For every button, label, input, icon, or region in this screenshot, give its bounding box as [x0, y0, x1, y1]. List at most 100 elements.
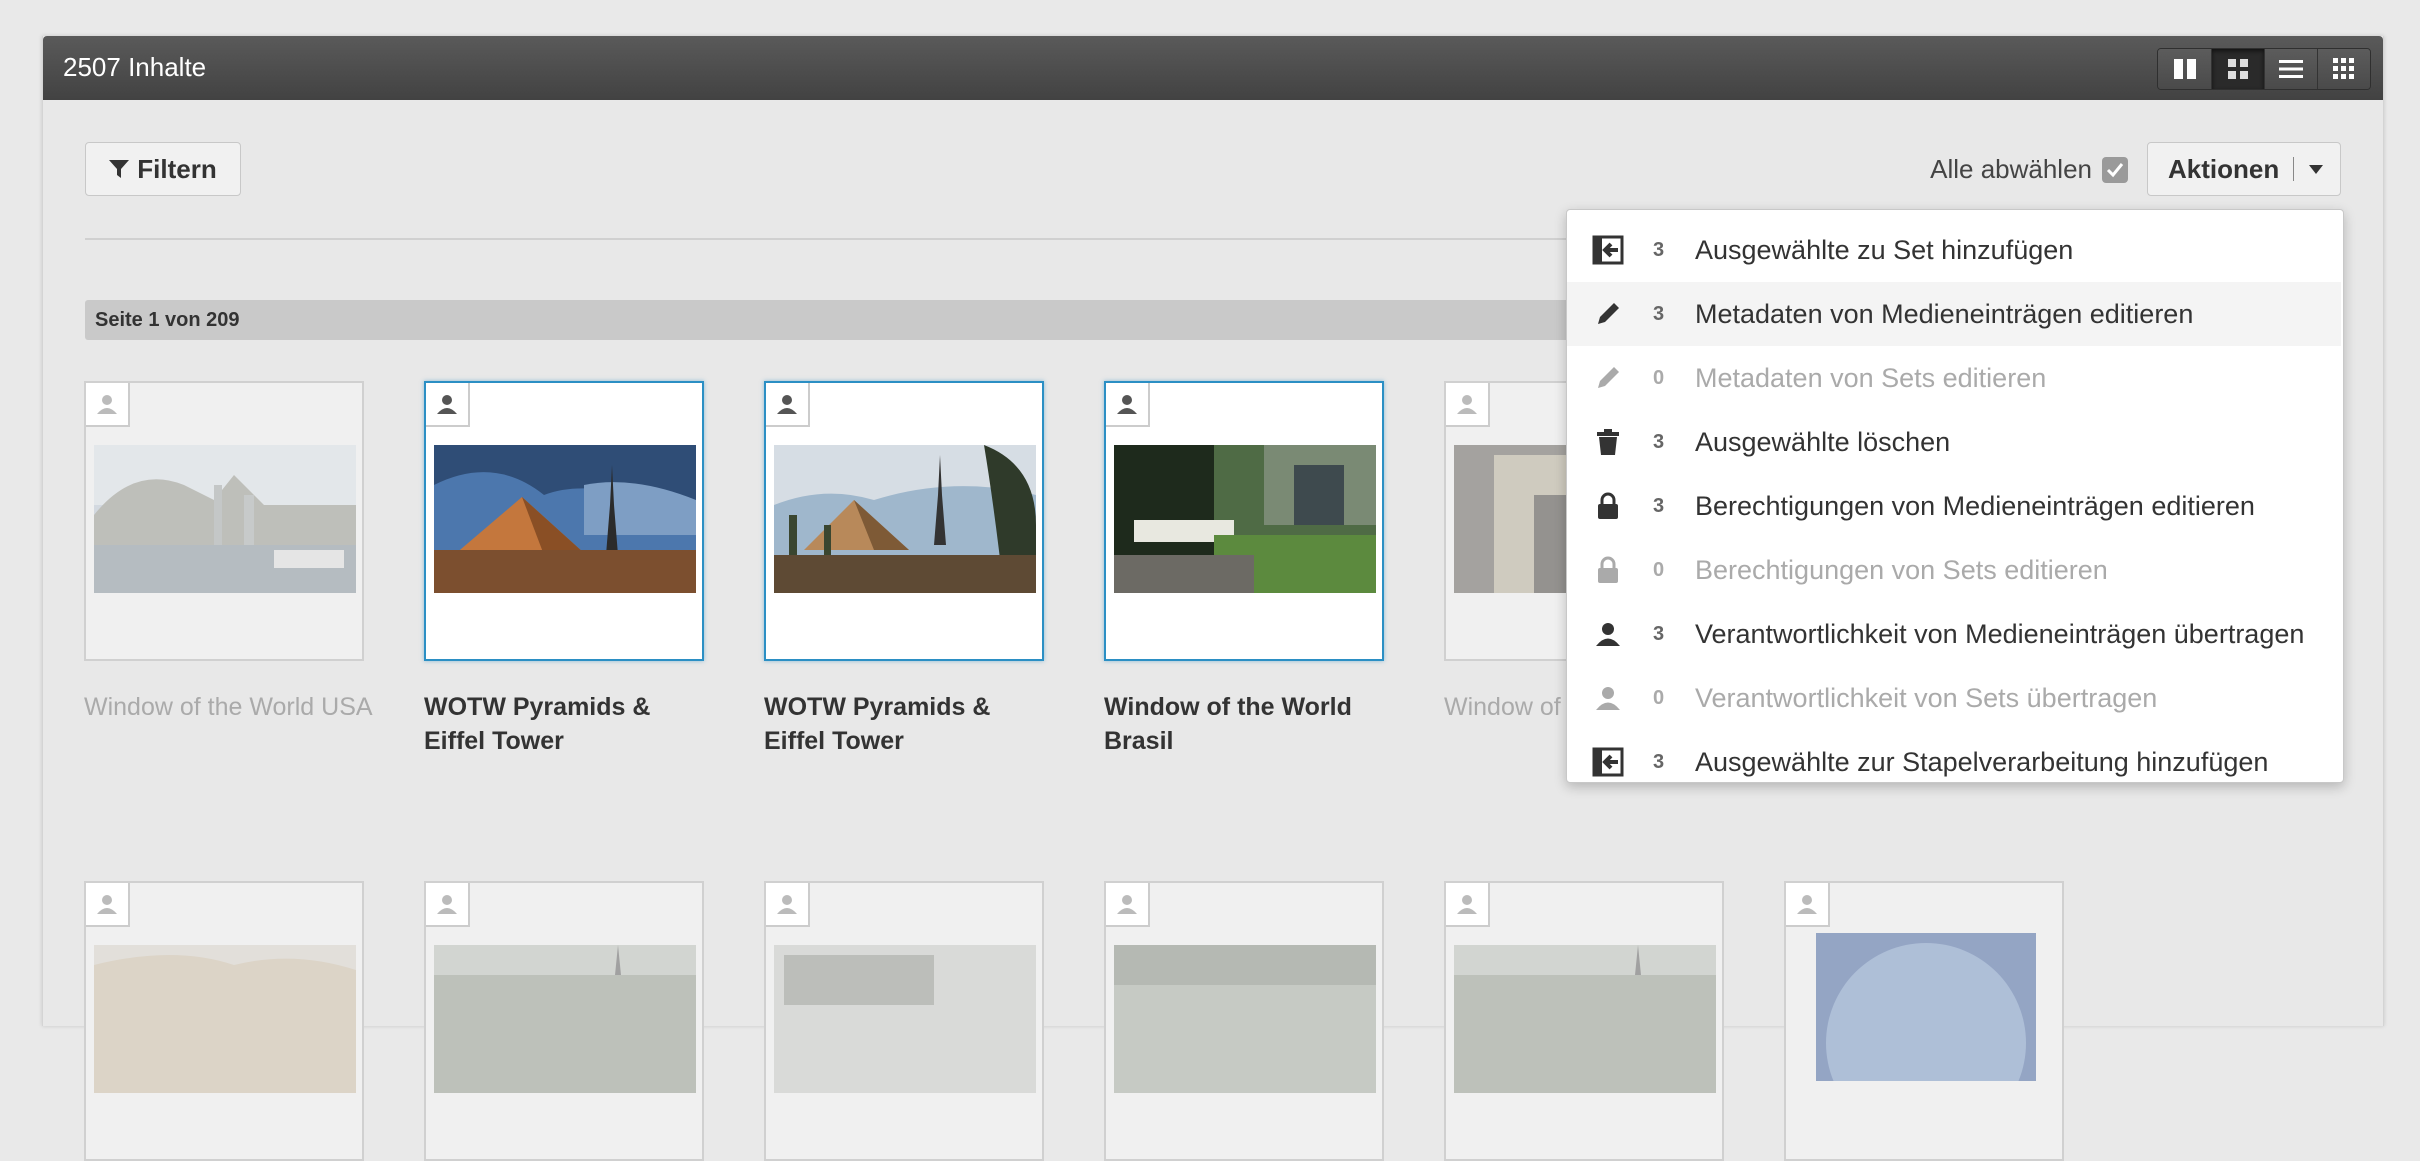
menu-item-edit-set-permissions[interactable]: 0 Berechtigungen von Sets editieren: [1567, 538, 2341, 602]
caret-down-icon: [2309, 165, 2324, 174]
lock-icon: [1591, 553, 1625, 587]
thumbnail-image: [434, 445, 696, 593]
deselect-all-toggle[interactable]: Alle abwählen: [1930, 154, 2128, 185]
menu-item-count: 0: [1653, 686, 1665, 709]
menu-item-count: 3: [1653, 302, 1665, 325]
menu-item-count: 0: [1653, 558, 1665, 581]
owner-badge: [1106, 383, 1150, 427]
menu-item-label: Metadaten von Sets editieren: [1695, 362, 2047, 393]
actions-separator: [2293, 157, 2295, 181]
view-grid-button[interactable]: [2211, 49, 2264, 89]
menu-item-transfer-set-responsibility[interactable]: 0 Verantwortlichkeit von Sets übertragen: [1567, 666, 2341, 730]
owner-badge: [766, 883, 810, 927]
trash-icon: [1591, 425, 1625, 459]
menu-item-count: 3: [1653, 430, 1665, 453]
menu-item-count: 0: [1653, 366, 1665, 389]
menu-item-label: Berechtigungen von Sets editieren: [1695, 554, 2108, 585]
view-columns-button[interactable]: [2158, 49, 2211, 89]
user-icon: [1117, 895, 1137, 914]
owner-badge: [1446, 383, 1490, 427]
media-tile[interactable]: [424, 381, 704, 661]
menu-item-label: Verantwortlichkeit von Sets übertragen: [1695, 682, 2158, 713]
menu-item-add-to-set[interactable]: 3 Ausgewählte zu Set hinzufügen: [1567, 218, 2341, 282]
menu-item-label: Metadaten von Medieneinträgen editieren: [1695, 298, 2194, 329]
tile-caption[interactable]: WOTW Pyramids & Eiffel Tower: [424, 690, 714, 758]
media-tile[interactable]: [84, 381, 364, 661]
media-tile[interactable]: [424, 881, 704, 1161]
actions-button[interactable]: Aktionen: [2147, 142, 2341, 196]
media-tile[interactable]: [84, 881, 364, 1161]
user-icon: [1457, 395, 1477, 414]
page-title: 2507 Inhalte: [63, 52, 207, 82]
grid-view-icon: [2228, 59, 2248, 79]
pencil-icon: [1591, 361, 1625, 395]
menu-item-delete-selected[interactable]: 3 Ausgewählte löschen: [1567, 410, 2341, 474]
menu-item-count: 3: [1653, 622, 1665, 645]
pencil-icon: [1591, 297, 1625, 331]
media-tile[interactable]: [1104, 881, 1384, 1161]
user-icon: [777, 395, 797, 414]
user-icon: [97, 395, 117, 414]
thumbnail-image: [1114, 445, 1376, 593]
menu-item-label: Ausgewählte zur Stapelverarbeitung hinzu…: [1695, 746, 2269, 777]
owner-badge: [1786, 883, 1830, 927]
columns-view-icon: [2173, 59, 2196, 79]
menu-item-label: Ausgewählte löschen: [1695, 426, 1951, 457]
add-to-batch-icon: [1591, 745, 1625, 779]
media-tile[interactable]: [764, 881, 1044, 1161]
user-icon: [777, 895, 797, 914]
owner-badge: [1106, 883, 1150, 927]
filter-icon: [109, 160, 130, 178]
tile-caption[interactable]: WOTW Pyramids & Eiffel Tower: [764, 690, 1054, 758]
menu-item-transfer-media-responsibility[interactable]: 3 Verantwortlichkeit von Medieneinträgen…: [1567, 602, 2341, 666]
user-icon: [1117, 395, 1137, 414]
menu-item-add-to-batch[interactable]: 3 Ausgewählte zur Stapelverarbeitung hin…: [1567, 730, 2341, 794]
user-icon: [437, 895, 457, 914]
deselect-all-label: Alle abwählen: [1930, 154, 2092, 184]
thumbnail-image: [1454, 945, 1716, 1093]
menu-item-label: Berechtigungen von Medieneinträgen editi…: [1695, 490, 2255, 521]
filter-label: Filtern: [137, 153, 217, 184]
tiles-view-icon: [2333, 58, 2354, 79]
tile-caption[interactable]: Window of the World USA: [84, 690, 374, 724]
media-tile[interactable]: [1104, 381, 1384, 661]
media-tile[interactable]: [1444, 881, 1724, 1161]
menu-item-label: Verantwortlichkeit von Medieneinträgen ü…: [1695, 618, 2305, 649]
thumbnail-image: [774, 945, 1036, 1093]
view-tiles-button[interactable]: [2317, 49, 2370, 89]
thumbnail-image: [1816, 933, 2036, 1081]
user-icon: [1591, 617, 1625, 651]
menu-item-count: 3: [1653, 494, 1665, 517]
thumbnail-image: [94, 945, 356, 1093]
media-tile[interactable]: [764, 381, 1044, 661]
view-mode-switcher: [2157, 48, 2371, 90]
thumbnail-image: [1114, 945, 1376, 1093]
add-to-set-icon: [1591, 233, 1625, 267]
thumbnail-image: [434, 945, 696, 1093]
actions-dropdown-menu: 3 Ausgewählte zu Set hinzufügen 3 Metada…: [1566, 209, 2344, 783]
menu-item-count: 3: [1653, 238, 1665, 261]
menu-item-edit-media-metadata[interactable]: 3 Metadaten von Medieneinträgen editiere…: [1567, 282, 2341, 346]
menu-item-edit-media-permissions[interactable]: 3 Berechtigungen von Medieneinträgen edi…: [1567, 474, 2341, 538]
owner-badge: [86, 883, 130, 927]
thumbnail-image: [774, 445, 1036, 593]
user-icon: [1591, 681, 1625, 715]
menu-item-count: 3: [1653, 750, 1665, 773]
user-icon: [1797, 895, 1817, 914]
filter-button[interactable]: Filtern: [85, 142, 241, 196]
list-view-icon: [2279, 60, 2303, 78]
owner-badge: [766, 383, 810, 427]
header-bar: 2507 Inhalte: [43, 36, 2383, 100]
view-list-button[interactable]: [2264, 49, 2317, 89]
owner-badge: [1446, 883, 1490, 927]
pagination-label: Seite 1 von 209: [95, 309, 240, 331]
media-tile[interactable]: [1784, 881, 2064, 1161]
menu-item-edit-set-metadata[interactable]: 0 Metadaten von Sets editieren: [1567, 346, 2341, 410]
owner-badge: [86, 383, 130, 427]
user-icon: [1457, 895, 1477, 914]
deselect-all-checkbox[interactable]: [2102, 156, 2128, 183]
thumbnail-image: [94, 445, 356, 593]
checkmark-icon: [2106, 162, 2124, 177]
owner-badge: [426, 883, 470, 927]
tile-caption[interactable]: Window of the World Brasil: [1104, 690, 1394, 758]
